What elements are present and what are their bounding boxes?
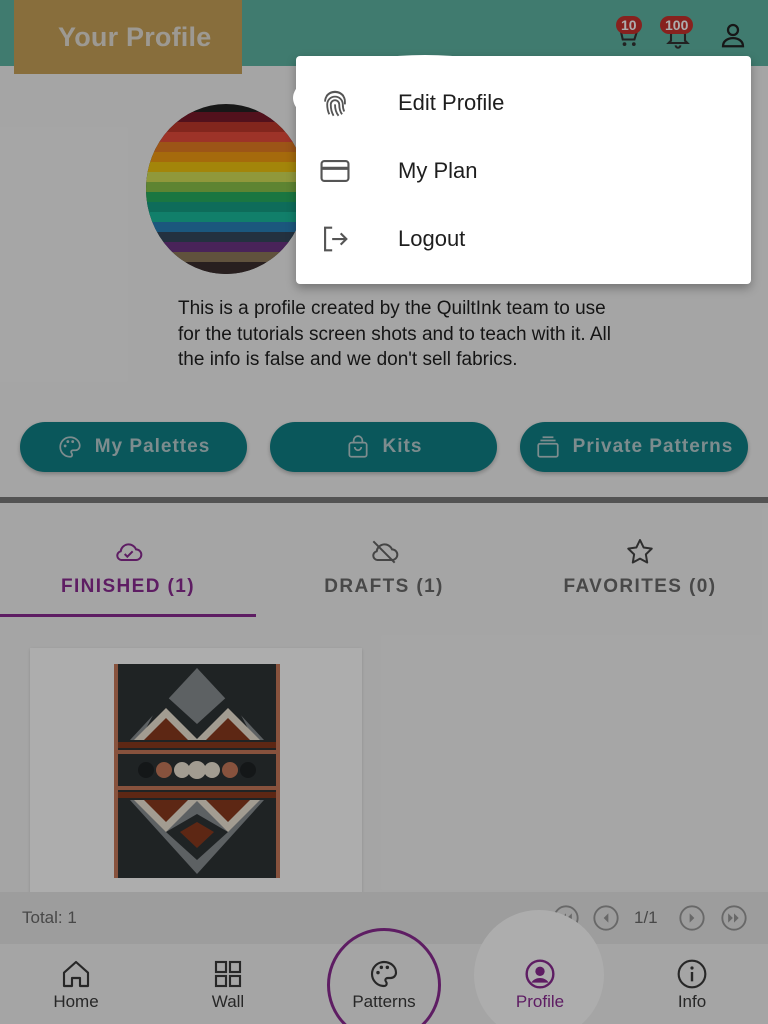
menu-item-edit-profile-label: Edit Profile bbox=[398, 90, 505, 115]
fingerprint-icon bbox=[324, 90, 346, 117]
menu-item-my-plan-label: My Plan bbox=[398, 158, 478, 183]
app-screen: Your Profile 10 100 This is a profile cr… bbox=[0, 0, 768, 1024]
menu-item-logout[interactable]: Logout bbox=[296, 204, 751, 272]
menu-item-logout-label: Logout bbox=[398, 226, 466, 251]
logout-icon bbox=[324, 226, 348, 252]
credit-card-icon bbox=[320, 160, 350, 182]
menu-item-my-plan[interactable]: My Plan bbox=[296, 136, 751, 204]
menu-item-edit-profile[interactable]: Edit Profile bbox=[296, 68, 751, 136]
